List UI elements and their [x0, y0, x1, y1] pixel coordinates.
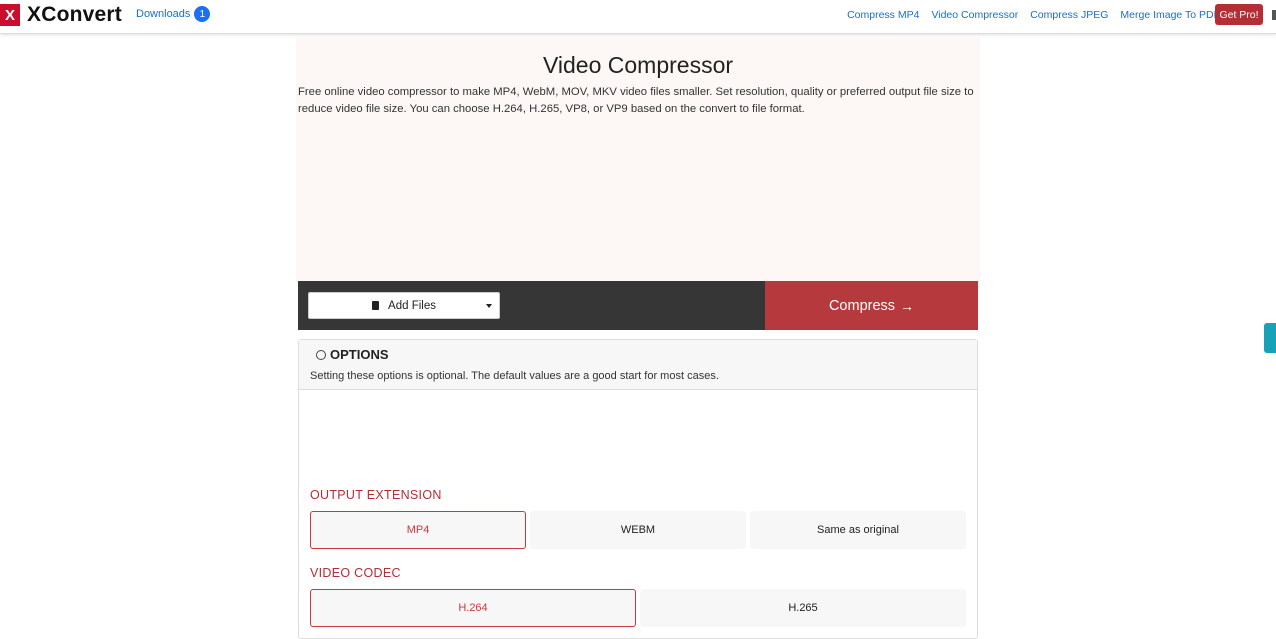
side-feedback-tab[interactable] — [1264, 323, 1276, 353]
output-extension-mp4[interactable]: MP4 — [310, 511, 526, 549]
downloads-label: Downloads — [136, 8, 191, 20]
compress-label: Compress — [828, 297, 896, 314]
output-extension-label: OUTPUT EXTENSION — [310, 488, 442, 502]
gear-icon — [316, 349, 326, 360]
nav-link-compress-jpeg[interactable]: Compress JPEG — [1030, 9, 1108, 21]
compress-button[interactable]: Compress → — [765, 281, 978, 330]
downloads-count-badge: 1 — [194, 6, 211, 22]
options-subtitle: Setting these options is optional. The d… — [310, 370, 719, 382]
file-icon — [372, 301, 380, 310]
brand-name: XConvert — [27, 3, 122, 26]
page-title: Video Compressor — [542, 52, 734, 78]
downloads-link[interactable]: Downloads 1 — [136, 6, 211, 22]
action-bar: Add Files Compress → — [298, 281, 978, 330]
video-codec-label: VIDEO CODEC — [310, 566, 401, 580]
video-codec-h264[interactable]: H.264 — [310, 589, 636, 627]
options-title: OPTIONS — [316, 347, 389, 362]
caret-down-icon — [486, 304, 492, 308]
add-files-dropdown[interactable]: Add Files — [308, 292, 500, 319]
get-pro-button[interactable]: Get Pro! — [1215, 4, 1263, 25]
nav-link-merge-image-to-pdf[interactable]: Merge Image To PDF — [1120, 9, 1220, 21]
brand-logo-icon: X — [0, 4, 20, 26]
nav-link-compress-mp4[interactable]: Compress MP4 — [847, 9, 919, 21]
top-navbar: X XConvert Downloads 1 Compress MP4 Vide… — [0, 0, 1276, 34]
options-panel: OPTIONS Setting these options is optiona… — [298, 339, 978, 639]
hero-section: Video Compressor Free online video compr… — [296, 38, 980, 282]
brand[interactable]: X XConvert — [0, 3, 122, 27]
options-title-text: OPTIONS — [330, 347, 389, 362]
menu-overflow-icon[interactable] — [1272, 10, 1276, 20]
page-description: Free online video compressor to make MP4… — [298, 86, 974, 115]
nav-link-video-compressor[interactable]: Video Compressor — [931, 9, 1018, 21]
add-files-label: Add Files — [388, 299, 436, 312]
output-extension-same-as-original[interactable]: Same as original — [750, 511, 966, 549]
output-extension-webm[interactable]: WEBM — [530, 511, 746, 549]
nav-links: Compress MP4 Video Compressor Compress J… — [835, 9, 1220, 21]
video-codec-h265[interactable]: H.265 — [640, 589, 966, 627]
options-header: OPTIONS Setting these options is optiona… — [299, 340, 977, 390]
arrow-right-icon: → — [900, 297, 915, 314]
